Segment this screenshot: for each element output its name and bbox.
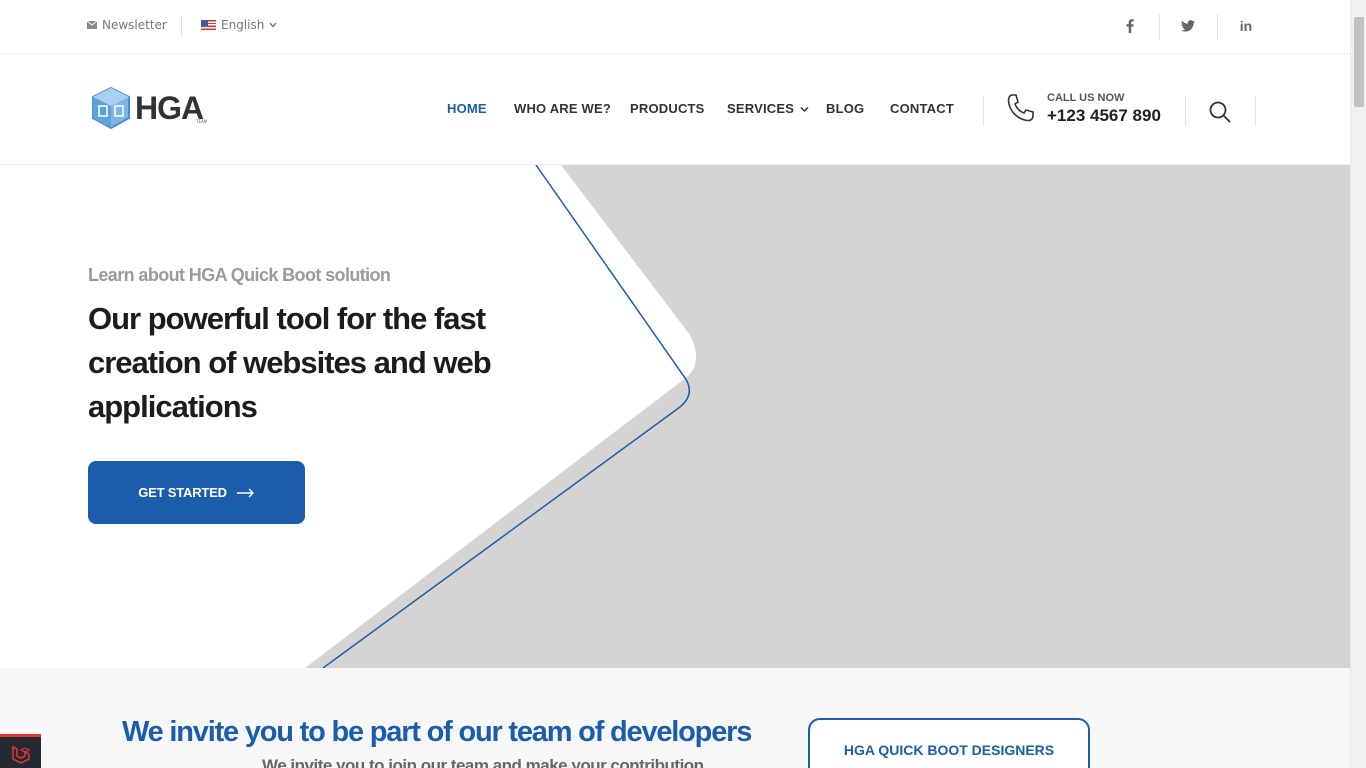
facebook-link[interactable] xyxy=(1117,12,1143,40)
top-bar: Newsletter English in xyxy=(0,0,1350,54)
logo-tagline: TEAM xyxy=(196,119,208,124)
nav-contact[interactable]: CONTACT xyxy=(890,101,954,116)
nav-products[interactable]: PRODUCTS xyxy=(630,101,705,116)
invite-subtitle: We invite you to join our team and make … xyxy=(262,756,704,768)
divider xyxy=(1185,96,1186,126)
divider xyxy=(1159,14,1160,40)
linkedin-icon: in xyxy=(1239,18,1253,34)
divider xyxy=(181,16,182,36)
get-started-button[interactable]: GET STARTED xyxy=(88,461,305,524)
language-selector[interactable]: English xyxy=(201,18,277,32)
nav-home[interactable]: HOME xyxy=(447,101,487,116)
nav-services[interactable]: SERVICES xyxy=(727,101,809,116)
call-number[interactable]: +123 4567 890 xyxy=(1047,106,1161,126)
invite-title: We invite you to be part of our team of … xyxy=(122,716,752,748)
us-flag-icon xyxy=(201,20,216,30)
get-started-label: GET STARTED xyxy=(138,485,227,500)
vertical-scrollbar[interactable] xyxy=(1350,0,1366,768)
arrow-right-icon xyxy=(236,488,254,497)
linkedin-link[interactable]: in xyxy=(1233,12,1259,40)
twitter-link[interactable] xyxy=(1175,12,1201,40)
facebook-icon xyxy=(1126,19,1134,33)
divider xyxy=(1217,14,1218,40)
nav-who-are-we[interactable]: WHO ARE WE? xyxy=(514,101,611,116)
laravel-icon xyxy=(11,745,30,764)
newsletter-label: Newsletter xyxy=(102,18,167,32)
nav-blog[interactable]: BLOG xyxy=(826,101,864,116)
laravel-badge[interactable] xyxy=(0,734,41,768)
page: Newsletter English in HGA TEAM HOME WHO … xyxy=(0,0,1350,768)
hero-subtitle: Learn about HGA Quick Boot solution xyxy=(88,265,391,285)
call-label: CALL US NOW xyxy=(1047,92,1125,104)
designers-card[interactable]: HGA QUICK BOOT DESIGNERS xyxy=(808,718,1090,768)
language-label: English xyxy=(221,18,265,32)
logo[interactable]: HGA TEAM xyxy=(90,86,207,130)
search-icon[interactable] xyxy=(1208,100,1232,124)
chevron-down-icon xyxy=(800,106,809,113)
chevron-down-icon xyxy=(269,22,277,28)
twitter-icon xyxy=(1181,20,1195,32)
invite-section: We invite you to be part of our team of … xyxy=(0,668,1350,768)
hero-section: Learn about HGA Quick Boot solution Our … xyxy=(0,165,1350,668)
main-header: HGA TEAM HOME WHO ARE WE? PRODUCTS SERVI… xyxy=(0,54,1350,165)
scrollbar-thumb[interactable] xyxy=(1354,17,1364,107)
hga-cube-logo-icon xyxy=(92,86,130,130)
logo-text: HGA xyxy=(135,89,204,126)
nav-services-label: SERVICES xyxy=(727,101,795,116)
newsletter-link[interactable]: Newsletter xyxy=(87,18,167,32)
divider xyxy=(983,96,984,126)
designers-card-label: HGA QUICK BOOT DESIGNERS xyxy=(843,742,1055,758)
divider xyxy=(1255,96,1256,126)
envelope-icon xyxy=(87,21,97,29)
hero-title: Our powerful tool for the fast creation … xyxy=(88,301,492,424)
phone-icon xyxy=(1007,94,1034,122)
